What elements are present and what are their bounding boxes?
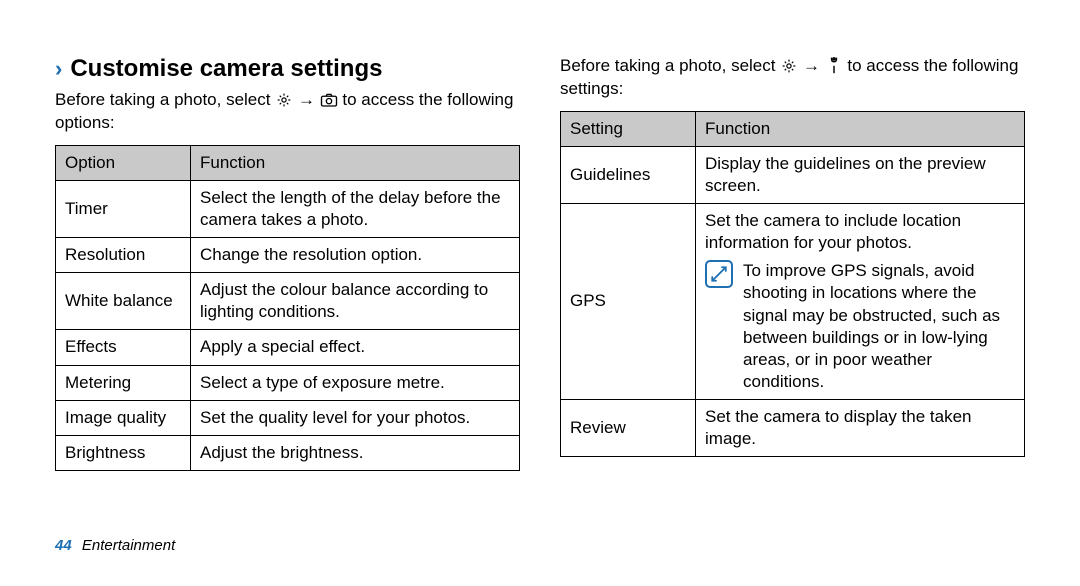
camera-icon: [320, 91, 338, 109]
section-name: Entertainment: [82, 537, 175, 554]
gear-icon: [780, 57, 798, 75]
table-row: Review Set the camera to display the tak…: [561, 399, 1025, 456]
table-row: ResolutionChange the resolution option.: [56, 238, 520, 273]
gps-note-text: To improve GPS signals, avoid shooting i…: [743, 260, 1015, 393]
cell: Change the resolution option.: [191, 238, 520, 273]
options-table-header-row: Option Function: [56, 145, 520, 180]
gps-note: To improve GPS signals, avoid shooting i…: [705, 260, 1015, 393]
cell: Display the guidelines on the preview sc…: [696, 146, 1025, 203]
intro-left: Before taking a photo, select → to acces…: [55, 89, 520, 135]
cell: Apply a special effect.: [191, 330, 520, 365]
cell: Metering: [56, 365, 191, 400]
cell: GPS: [561, 204, 696, 400]
cell: Review: [561, 399, 696, 456]
arrow-symbol: →: [298, 90, 315, 109]
cell: Effects: [56, 330, 191, 365]
tool-icon: [825, 56, 843, 74]
table-row: EffectsApply a special effect.: [56, 330, 520, 365]
cell: Set the camera to include location infor…: [696, 204, 1025, 400]
left-column: › Customise camera settings Before takin…: [55, 55, 520, 471]
arrow-symbol: →: [803, 56, 820, 75]
page-number: 44: [55, 537, 72, 554]
gear-icon: [275, 91, 293, 109]
cell: Image quality: [56, 400, 191, 435]
options-col-option: Option: [56, 145, 191, 180]
cell: White balance: [56, 273, 191, 330]
gps-text: Set the camera to include location infor…: [705, 210, 1015, 254]
table-row: MeteringSelect a type of exposure metre.: [56, 365, 520, 400]
options-col-function: Function: [191, 145, 520, 180]
table-row: Guidelines Display the guidelines on the…: [561, 146, 1025, 203]
settings-table-header-row: Setting Function: [561, 111, 1025, 146]
table-row: Image qualitySet the quality level for y…: [56, 400, 520, 435]
heading-text: Customise camera settings: [70, 55, 382, 83]
intro-right-pre: Before taking a photo, select: [560, 56, 780, 75]
cell: Set the quality level for your photos.: [191, 400, 520, 435]
cell: Resolution: [56, 238, 191, 273]
cell: Timer: [56, 180, 191, 237]
right-column: Before taking a photo, select → to acces…: [560, 55, 1025, 471]
cell: Brightness: [56, 435, 191, 470]
note-icon: [705, 260, 733, 288]
cell: Select a type of exposure metre.: [191, 365, 520, 400]
table-row: BrightnessAdjust the brightness.: [56, 435, 520, 470]
section-heading: › Customise camera settings: [55, 55, 520, 83]
settings-table: Setting Function Guidelines Display the …: [560, 111, 1025, 457]
heading-chevron-icon: ›: [55, 58, 62, 80]
table-row: TimerSelect the length of the delay befo…: [56, 180, 520, 237]
cell: Select the length of the delay before th…: [191, 180, 520, 237]
table-row: White balanceAdjust the colour balance a…: [56, 273, 520, 330]
page-footer: 44 Entertainment: [55, 537, 175, 554]
settings-col-setting: Setting: [561, 111, 696, 146]
intro-right: Before taking a photo, select → to acces…: [560, 55, 1025, 101]
table-row: GPS Set the camera to include location i…: [561, 204, 1025, 400]
cell: Adjust the colour balance according to l…: [191, 273, 520, 330]
settings-col-function: Function: [696, 111, 1025, 146]
options-table: Option Function TimerSelect the length o…: [55, 145, 520, 471]
cell: Guidelines: [561, 146, 696, 203]
cell: Set the camera to display the taken imag…: [696, 399, 1025, 456]
intro-left-pre: Before taking a photo, select: [55, 90, 275, 109]
cell: Adjust the brightness.: [191, 435, 520, 470]
